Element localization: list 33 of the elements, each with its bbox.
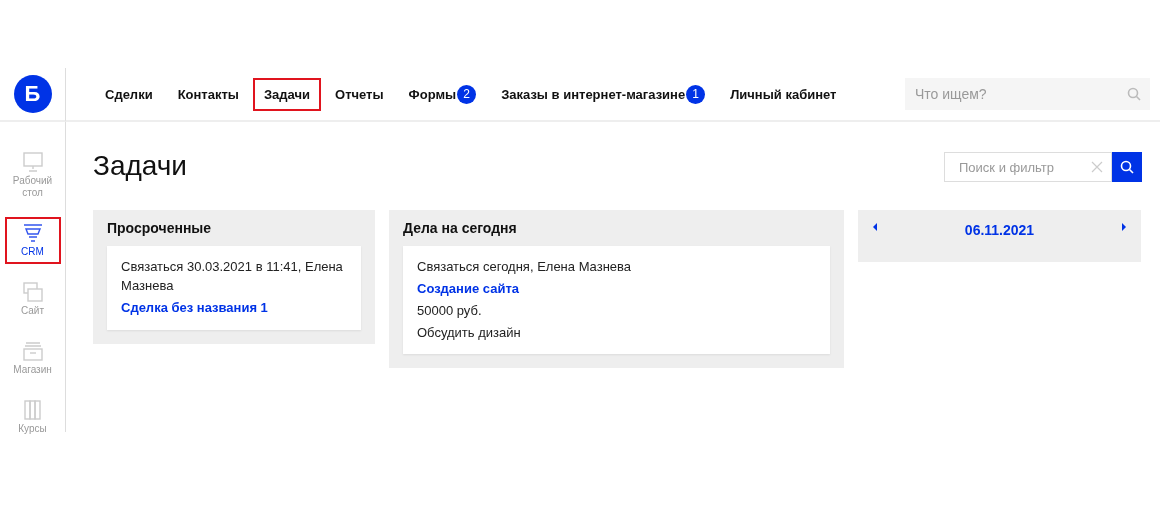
filter-field[interactable]: Поиск и фильтр — [944, 152, 1112, 182]
count-badge: 2 — [457, 84, 477, 104]
deal-link[interactable]: Сделка без названия 1 — [121, 298, 347, 318]
task-detail: Обсудить дизайн — [417, 323, 522, 342]
task-text: Связаться сегодня, Елена Мазнева — [417, 258, 633, 276]
nav-tab[interactable]: Заказы в интернет-магазине 1 — [490, 75, 717, 113]
nav-tab[interactable]: Формы 2 — [397, 75, 488, 113]
search-icon — [1120, 160, 1134, 174]
page-title: Задачи — [93, 150, 187, 182]
monitor-icon — [21, 152, 44, 172]
date-label: 06.11.2021 — [964, 222, 1035, 238]
next-arrow-icon[interactable] — [1121, 222, 1127, 232]
nav-tab[interactable]: Контакты — [166, 77, 250, 111]
nav-tab[interactable]: Задачи — [252, 77, 322, 111]
panel-title: Просроченные — [107, 220, 213, 236]
search-button[interactable] — [1112, 152, 1142, 182]
search-field[interactable]: Что ищем? — [905, 78, 1150, 110]
logo[interactable]: Б — [13, 75, 52, 113]
nav-tab[interactable]: Отчеты — [324, 77, 395, 111]
count-badge: 1 — [686, 84, 706, 104]
books-icon — [21, 400, 44, 420]
nav-tab[interactable]: Личный кабинет — [719, 77, 848, 111]
sidebar-item[interactable]: CRM — [4, 217, 61, 264]
panel-title: Дела на сегодня — [403, 220, 518, 236]
funnel-icon — [21, 223, 44, 243]
task-detail: 50000 руб. — [417, 301, 483, 320]
previous-arrow-icon[interactable] — [872, 222, 878, 232]
drawer-icon — [21, 341, 44, 361]
task-text: Связаться 30.03.2021 в 11:41, Елена Мазнева — [121, 258, 344, 295]
nav-tab[interactable]: Сделки — [94, 77, 164, 111]
deal-link[interactable]: Создание сайта — [417, 279, 816, 299]
windows-icon — [21, 282, 44, 302]
search-icon — [1127, 87, 1141, 101]
